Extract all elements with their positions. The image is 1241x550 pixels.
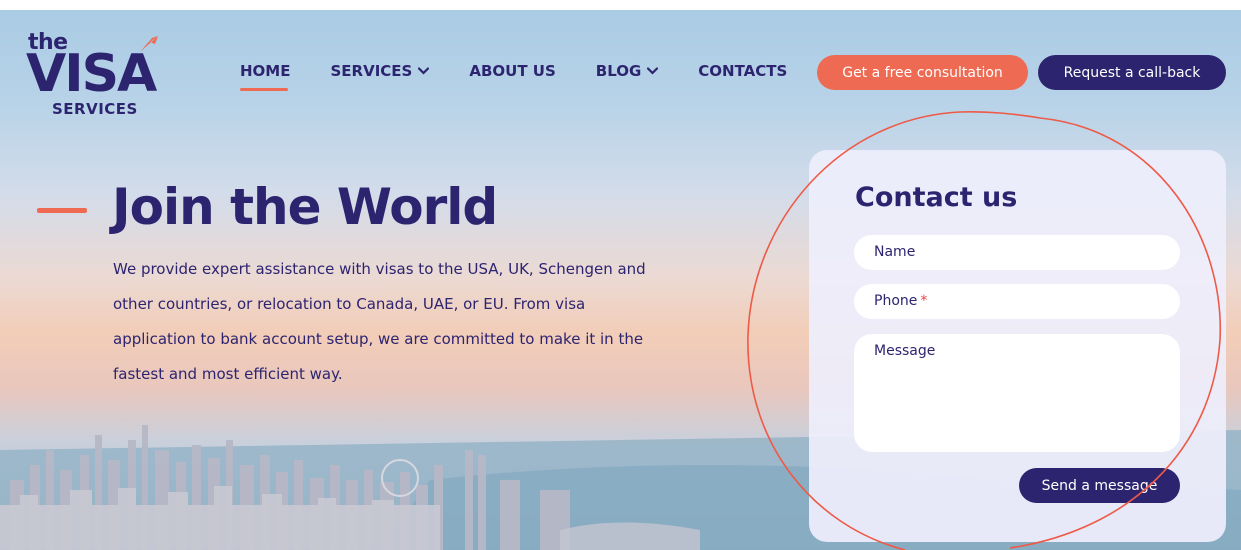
main-nav: HOME SERVICES ABOUT US BLOG CONTACTS xyxy=(240,62,827,91)
nav-item-services[interactable]: SERVICES xyxy=(330,62,430,80)
message-field[interactable]: Message xyxy=(854,334,1180,452)
nav-item-label: HOME xyxy=(240,62,291,80)
hero-accent-dash xyxy=(37,208,87,213)
logo-bottom-text: SERVICES xyxy=(52,100,138,118)
site-logo[interactable]: the VISA SERVICES xyxy=(26,30,176,120)
phone-field[interactable]: Phone * xyxy=(854,284,1180,319)
chevron-down-icon xyxy=(647,67,659,75)
nav-active-underline xyxy=(240,88,288,91)
logo-main-text: VISA xyxy=(26,44,157,104)
required-asterisk: * xyxy=(920,293,928,309)
free-consultation-button[interactable]: Get a free consultation xyxy=(817,55,1028,90)
nav-item-blog[interactable]: BLOG xyxy=(596,62,659,80)
nav-item-label: CONTACTS xyxy=(698,62,788,80)
contact-title: Contact us xyxy=(855,182,1018,213)
message-field-label: Message xyxy=(874,343,936,359)
nav-item-label: ABOUT US xyxy=(469,62,556,80)
nav-item-contacts[interactable]: CONTACTS xyxy=(698,62,787,80)
contact-form-card: Contact us Name Phone * Message Send a me… xyxy=(809,150,1226,542)
nav-item-label: BLOG xyxy=(595,62,642,80)
page: the VISA SERVICES HOME SERVICES ABOUT US… xyxy=(0,0,1241,550)
request-callback-button[interactable]: Request a call-back xyxy=(1038,55,1226,90)
nav-item-home[interactable]: HOME xyxy=(240,62,291,91)
name-field[interactable]: Name xyxy=(854,235,1180,270)
nav-item-label: SERVICES xyxy=(330,62,413,80)
hero-description: We provide expert assistance with visas … xyxy=(113,260,646,383)
phone-label-text: Phone xyxy=(874,293,918,309)
chevron-down-icon xyxy=(418,67,430,75)
send-message-button[interactable]: Send a message xyxy=(1019,468,1180,503)
hero-title: Join the World xyxy=(112,178,498,236)
phone-field-label: Phone * xyxy=(874,293,927,309)
nav-item-about-us[interactable]: ABOUT US xyxy=(469,62,555,80)
name-field-label: Name xyxy=(874,244,916,260)
